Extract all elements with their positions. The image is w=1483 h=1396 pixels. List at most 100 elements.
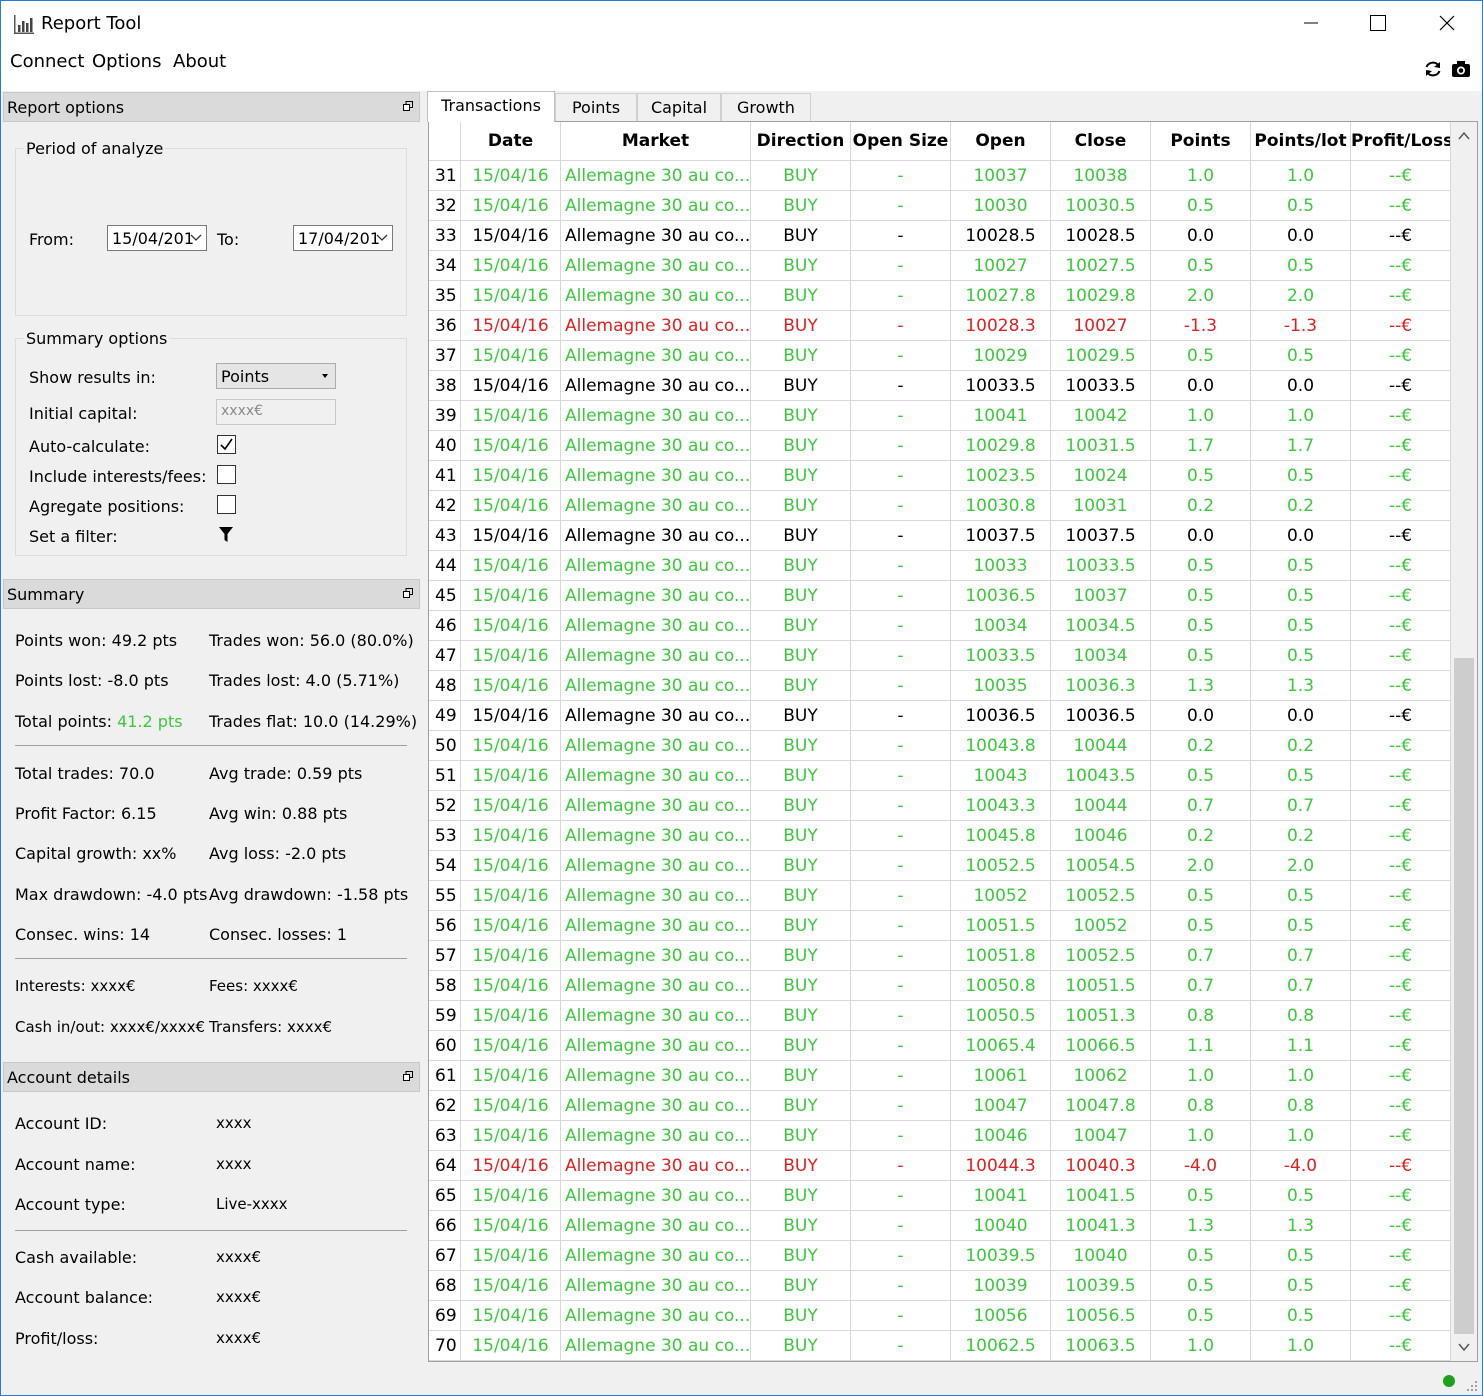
table-row[interactable]: 45 15/04/16 Allemagne 30 au co... BUY -10036… xyxy=(429,581,1451,611)
table-row[interactable]: 55 15/04/16 Allemagne 30 au co... BUY -10052… xyxy=(429,881,1451,911)
table-row[interactable]: 43 15/04/16 Allemagne 30 au co... BUY -10037… xyxy=(429,521,1451,551)
table-row[interactable]: 44 15/04/16 Allemagne 30 au co... BUY -10033… xyxy=(429,551,1451,581)
table-row[interactable]: 37 15/04/16 Allemagne 30 au co... BUY -10029… xyxy=(429,341,1451,371)
vertical-scrollbar[interactable] xyxy=(1451,122,1477,1361)
menu-options[interactable]: Options xyxy=(92,51,161,72)
row-number: 34 xyxy=(429,251,461,281)
column-header-points-lot[interactable]: Points/lot xyxy=(1251,122,1351,161)
close-cell: 10051.5 xyxy=(1051,971,1151,1001)
table-row[interactable]: 51 15/04/16 Allemagne 30 au co... BUY -10043… xyxy=(429,761,1451,791)
aggregate-positions-checkbox[interactable] xyxy=(217,495,236,514)
close-button[interactable] xyxy=(1413,1,1481,45)
table-row[interactable]: 52 15/04/16 Allemagne 30 au co... BUY -10043… xyxy=(429,791,1451,821)
scroll-down-icon[interactable] xyxy=(1457,1341,1471,1353)
open-size-cell: - xyxy=(851,1241,951,1271)
from-date-picker[interactable]: 15/04/201 xyxy=(107,225,207,251)
menu-about[interactable]: About xyxy=(173,51,226,72)
maximize-button[interactable] xyxy=(1344,1,1412,45)
table-row[interactable]: 39 15/04/16 Allemagne 30 au co... BUY -10041… xyxy=(429,401,1451,431)
table-row[interactable]: 54 15/04/16 Allemagne 30 au co... BUY -10052… xyxy=(429,851,1451,881)
tab-capital[interactable]: Capital xyxy=(637,93,721,121)
table-row[interactable]: 50 15/04/16 Allemagne 30 au co... BUY -10043… xyxy=(429,731,1451,761)
column-header-date[interactable]: Date xyxy=(461,122,561,161)
table-row[interactable]: 58 15/04/16 Allemagne 30 au co... BUY -10050… xyxy=(429,971,1451,1001)
include-fees-label: Include interests/fees: xyxy=(29,467,207,486)
table-row[interactable]: 61 15/04/16 Allemagne 30 au co... BUY -10061… xyxy=(429,1061,1451,1091)
initial-capital-input[interactable]: xxxx€ xyxy=(216,399,336,425)
table-row[interactable]: 65 15/04/16 Allemagne 30 au co... BUY -10041… xyxy=(429,1181,1451,1211)
profit-loss-cell: --€ xyxy=(1351,971,1451,1001)
table-row[interactable]: 66 15/04/16 Allemagne 30 au co... BUY -10040… xyxy=(429,1211,1451,1241)
tab-points[interactable]: Points xyxy=(555,93,637,121)
table-row[interactable]: 68 15/04/16 Allemagne 30 au co... BUY -10039… xyxy=(429,1271,1451,1301)
profit-loss-cell: --€ xyxy=(1351,941,1451,971)
column-header-market[interactable]: Market xyxy=(561,122,751,161)
float-dock-icon[interactable] xyxy=(403,1071,413,1081)
table-row[interactable]: 36 15/04/16 Allemagne 30 au co... BUY -10028… xyxy=(429,311,1451,341)
table-row[interactable]: 53 15/04/16 Allemagne 30 au co... BUY -10045… xyxy=(429,821,1451,851)
row-number: 44 xyxy=(429,551,461,581)
column-header-close[interactable]: Close xyxy=(1051,122,1151,161)
table-row[interactable]: 35 15/04/16 Allemagne 30 au co... BUY -10027… xyxy=(429,281,1451,311)
table-row[interactable]: 49 15/04/16 Allemagne 30 au co... BUY -10036… xyxy=(429,701,1451,731)
row-number: 54 xyxy=(429,851,461,881)
column-header-profit-loss[interactable]: Profit/Loss xyxy=(1351,122,1451,161)
filter-icon[interactable] xyxy=(219,527,233,543)
date-cell: 15/04/16 xyxy=(461,1331,561,1361)
include-fees-checkbox[interactable] xyxy=(217,465,236,484)
direction-cell: BUY xyxy=(751,881,851,911)
direction-cell: BUY xyxy=(751,641,851,671)
table-row[interactable]: 38 15/04/16 Allemagne 30 au co... BUY -10033… xyxy=(429,371,1451,401)
column-header-open-size[interactable]: Open Size xyxy=(851,122,951,161)
table-row[interactable]: 60 15/04/16 Allemagne 30 au co... BUY -10065… xyxy=(429,1031,1451,1061)
tab-transactions[interactable]: Transactions xyxy=(427,91,555,122)
table-row[interactable]: 40 15/04/16 Allemagne 30 au co... BUY -10029… xyxy=(429,431,1451,461)
scrollbar-thumb[interactable] xyxy=(1454,658,1474,1334)
table-row[interactable]: 46 15/04/16 Allemagne 30 au co... BUY -10034… xyxy=(429,611,1451,641)
market-cell: Allemagne 30 au co... xyxy=(561,551,751,581)
table-row[interactable]: 56 15/04/16 Allemagne 30 au co... BUY -10051… xyxy=(429,911,1451,941)
table-row[interactable]: 34 15/04/16 Allemagne 30 au co... BUY -10027… xyxy=(429,251,1451,281)
float-dock-icon[interactable] xyxy=(403,588,413,598)
tab-growth[interactable]: Growth xyxy=(721,93,811,121)
scroll-up-icon[interactable] xyxy=(1457,130,1471,142)
table-row[interactable]: 59 15/04/16 Allemagne 30 au co... BUY -10050… xyxy=(429,1001,1451,1031)
column-header-open[interactable]: Open xyxy=(951,122,1051,161)
column-header-direction[interactable]: Direction xyxy=(751,122,851,161)
account-type-value: Live-xxxx xyxy=(216,1195,288,1213)
market-cell: Allemagne 30 au co... xyxy=(561,1151,751,1181)
open-size-cell: - xyxy=(851,881,951,911)
show-results-select[interactable]: Points xyxy=(216,363,336,389)
table-row[interactable]: 62 15/04/16 Allemagne 30 au co... BUY -10047… xyxy=(429,1091,1451,1121)
open-cell: 10050.5 xyxy=(951,1001,1051,1031)
direction-cell: BUY xyxy=(751,911,851,941)
table-row[interactable]: 57 15/04/16 Allemagne 30 au co... BUY -10051… xyxy=(429,941,1451,971)
refresh-icon[interactable] xyxy=(1423,59,1443,79)
table-row[interactable]: 48 15/04/16 Allemagne 30 au co... BUY -10035… xyxy=(429,671,1451,701)
to-date-picker[interactable]: 17/04/201 xyxy=(293,225,393,251)
row-number-header[interactable] xyxy=(429,122,461,161)
close-cell: 10029.8 xyxy=(1051,281,1151,311)
table-row[interactable]: 67 15/04/16 Allemagne 30 au co... BUY -10039… xyxy=(429,1241,1451,1271)
table-row[interactable]: 33 15/04/16 Allemagne 30 au co... BUY -10028… xyxy=(429,221,1451,251)
table-row[interactable]: 70 15/04/16 Allemagne 30 au co... BUY -10062… xyxy=(429,1331,1451,1361)
table-row[interactable]: 69 15/04/16 Allemagne 30 au co... BUY -10056… xyxy=(429,1301,1451,1331)
camera-icon[interactable] xyxy=(1451,59,1471,79)
table-row[interactable]: 31 15/04/16 Allemagne 30 au co... BUY -10037… xyxy=(429,161,1451,191)
column-header-points[interactable]: Points xyxy=(1151,122,1251,161)
open-cell: 10027 xyxy=(951,251,1051,281)
auto-calculate-checkbox[interactable] xyxy=(217,435,236,454)
float-dock-icon[interactable] xyxy=(403,101,413,111)
table-row[interactable]: 47 15/04/16 Allemagne 30 au co... BUY -10033… xyxy=(429,641,1451,671)
row-number: 33 xyxy=(429,221,461,251)
points-cell: 0.5 xyxy=(1151,1241,1251,1271)
direction-cell: BUY xyxy=(751,311,851,341)
menu-connect[interactable]: Connect xyxy=(10,51,84,72)
resize-grip-icon[interactable] xyxy=(1463,1377,1479,1393)
table-row[interactable]: 32 15/04/16 Allemagne 30 au co... BUY -10030… xyxy=(429,191,1451,221)
table-row[interactable]: 64 15/04/16 Allemagne 30 au co... BUY -10044… xyxy=(429,1151,1451,1181)
minimize-button[interactable] xyxy=(1277,1,1345,45)
table-row[interactable]: 41 15/04/16 Allemagne 30 au co... BUY -10023… xyxy=(429,461,1451,491)
table-row[interactable]: 63 15/04/16 Allemagne 30 au co... BUY -10046… xyxy=(429,1121,1451,1151)
table-row[interactable]: 42 15/04/16 Allemagne 30 au co... BUY -10030… xyxy=(429,491,1451,521)
